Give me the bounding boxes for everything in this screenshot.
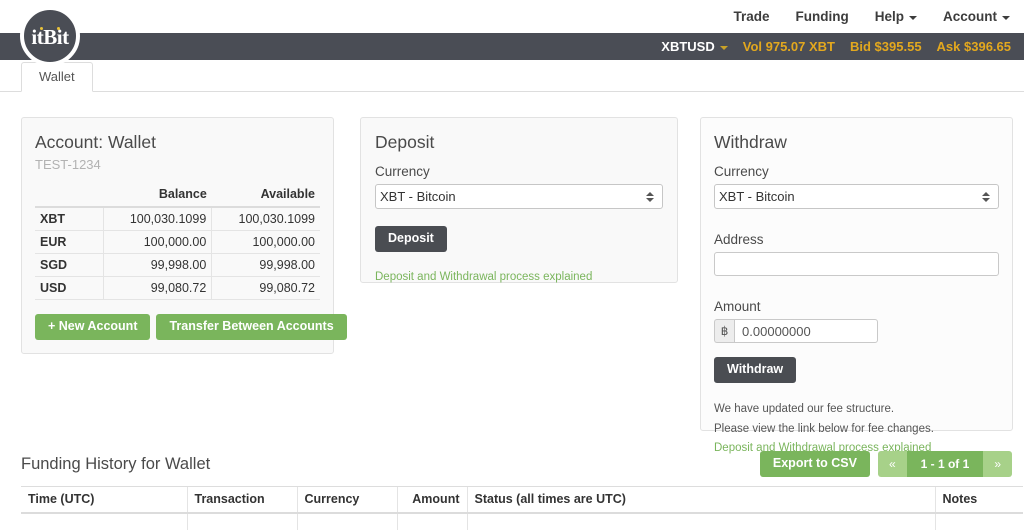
funding-col-amount: Amount (397, 487, 467, 514)
deposit-button[interactable]: Deposit (375, 226, 447, 252)
itbit-logo[interactable]: itBit (20, 6, 80, 66)
funding-col-notes: Notes (935, 487, 1023, 514)
withdraw-address-input[interactable] (714, 252, 999, 276)
balance-currency: XBT (35, 207, 103, 231)
account-identifier: TEST-1234 (35, 157, 320, 172)
nav-item-trade[interactable]: Trade (733, 9, 769, 24)
withdraw-address-label: Address (714, 232, 999, 247)
funding-history-table: Time (UTC) Transaction Currency Amount S… (21, 486, 1023, 530)
fee-note-line-1: We have updated our fee structure. (714, 401, 999, 419)
withdraw-currency-wrap: XBT - Bitcoin (714, 184, 999, 209)
deposit-currency-label: Currency (375, 164, 663, 179)
top-navigation-bar: itBit Trade Funding Help Account (0, 0, 1024, 33)
ticker-ask: Ask $396.65 (937, 39, 1011, 54)
balance-currency: EUR (35, 231, 103, 254)
deposit-currency-select[interactable]: XBT - Bitcoin (375, 184, 663, 209)
table-row: SGD 99,998.00 99,998.00 (35, 254, 320, 277)
chevron-down-icon (909, 16, 917, 20)
funding-col-transaction: Transaction (187, 487, 297, 514)
account-panel: Account: Wallet TEST-1234 Balance Availa… (21, 117, 334, 354)
balance-currency: SGD (35, 254, 103, 277)
withdraw-button[interactable]: Withdraw (714, 357, 796, 383)
available-amount: 100,030.1099 (212, 207, 320, 231)
account-panel-title: Account: Wallet (35, 132, 320, 153)
transfer-between-accounts-button[interactable]: Transfer Between Accounts (156, 314, 346, 340)
withdraw-amount-input[interactable] (734, 319, 878, 343)
deposit-panel: Deposit Currency XBT - Bitcoin Deposit D… (360, 117, 678, 283)
balances-header-row: Balance Available (35, 183, 320, 207)
deposit-panel-title: Deposit (375, 132, 663, 153)
pagination-control: « 1 - 1 of 1 » (878, 451, 1012, 477)
available-amount: 99,998.00 (212, 254, 320, 277)
main-menu: Trade Funding Help Account (733, 9, 1010, 24)
available-amount: 99,080.72 (212, 277, 320, 300)
balance-amount: 100,030.1099 (103, 207, 212, 231)
pagination-last-button[interactable]: » (983, 451, 1012, 477)
balance-currency: USD (35, 277, 103, 300)
tab-strip: Wallet (0, 60, 1024, 92)
withdraw-currency-select[interactable]: XBT - Bitcoin (714, 184, 999, 209)
tab-wallet-label: Wallet (39, 69, 75, 84)
funding-history-section: Funding History for Wallet Export to CSV… (0, 446, 1024, 530)
funding-col-status: Status (all times are UTC) (467, 487, 935, 514)
balances-table: Balance Available XBT 100,030.1099 100,0… (35, 183, 320, 300)
nav-item-funding[interactable]: Funding (796, 9, 849, 24)
new-account-button[interactable]: + New Account (35, 314, 150, 340)
table-row: USD 99,080.72 99,080.72 (35, 277, 320, 300)
logo-text: itBit (31, 27, 68, 48)
withdraw-panel: Withdraw Currency XBT - Bitcoin Address … (700, 117, 1013, 431)
ticker-volume: Vol 975.07 XBT (743, 39, 835, 54)
funding-col-time: Time (UTC) (21, 487, 187, 514)
ticker-pair-label: XBTUSD (661, 39, 714, 54)
deposit-currency-wrap: XBT - Bitcoin (375, 184, 663, 209)
pagination-range-label: 1 - 1 of 1 (907, 451, 984, 477)
chevron-down-icon (1002, 16, 1010, 20)
nav-item-account-label: Account (943, 9, 997, 24)
table-row (21, 513, 1023, 530)
funding-history-header: Funding History for Wallet Export to CSV… (0, 446, 1024, 482)
market-ticker-bar: XBTUSD Vol 975.07 XBT Bid $395.55 Ask $3… (0, 33, 1024, 60)
funding-history-title: Funding History for Wallet (21, 455, 210, 474)
ticker-bid: Bid $395.55 (850, 39, 922, 54)
nav-item-help-label: Help (875, 9, 904, 24)
funding-header-row: Time (UTC) Transaction Currency Amount S… (21, 487, 1023, 514)
nav-item-trade-label: Trade (733, 9, 769, 24)
nav-item-funding-label: Funding (796, 9, 849, 24)
pagination-first-button[interactable]: « (878, 451, 907, 477)
bitcoin-symbol-icon: ฿ (714, 319, 734, 343)
withdraw-panel-title: Withdraw (714, 132, 999, 153)
withdraw-amount-label: Amount (714, 299, 999, 314)
ticker-pair-selector[interactable]: XBTUSD (661, 39, 727, 54)
available-amount: 100,000.00 (212, 231, 320, 254)
account-actions: + New Account Transfer Between Accounts (35, 314, 320, 340)
withdraw-amount-group: ฿ (714, 319, 878, 343)
balances-col-balance: Balance (103, 183, 212, 207)
fee-note-line-2: Please view the link below for fee chang… (714, 421, 999, 439)
export-to-csv-button[interactable]: Export to CSV (760, 451, 870, 477)
balances-col-currency (35, 183, 103, 207)
funding-col-currency: Currency (297, 487, 397, 514)
balance-amount: 99,998.00 (103, 254, 212, 277)
deposit-process-link[interactable]: Deposit and Withdrawal process explained (375, 271, 592, 283)
nav-item-account[interactable]: Account (943, 9, 1010, 24)
table-row: EUR 100,000.00 100,000.00 (35, 231, 320, 254)
balances-col-available: Available (212, 183, 320, 207)
tab-wallet[interactable]: Wallet (21, 62, 93, 92)
balance-amount: 99,080.72 (103, 277, 212, 300)
withdraw-currency-label: Currency (714, 164, 999, 179)
chevron-down-icon (720, 46, 728, 50)
balance-amount: 100,000.00 (103, 231, 212, 254)
nav-item-help[interactable]: Help (875, 9, 917, 24)
funding-history-toolbar: Export to CSV « 1 - 1 of 1 » (760, 451, 1012, 477)
table-row: XBT 100,030.1099 100,030.1099 (35, 207, 320, 231)
